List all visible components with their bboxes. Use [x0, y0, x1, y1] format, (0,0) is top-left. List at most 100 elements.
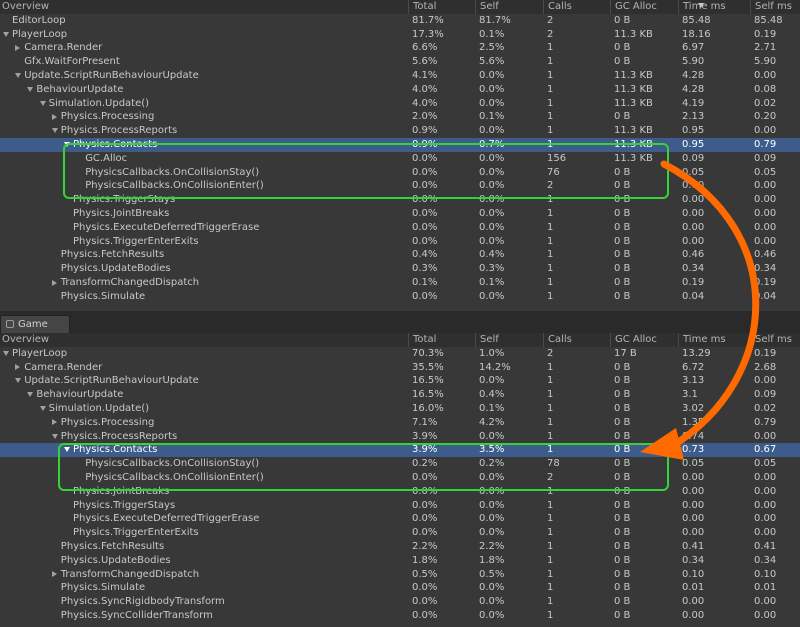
table-row[interactable]: PlayerLoop 70.3% 1.0% 2 17 B 13.29 0.19: [0, 347, 800, 361]
table-row[interactable]: Physics.TriggerStays 0.0% 0.0% 1 0 B 0.00 0.00: [0, 499, 800, 513]
self-cell: 0.0%: [479, 125, 505, 137]
column-self-ms-header[interactable]: Self ms: [750, 333, 800, 347]
tab-game[interactable]: Game: [0, 315, 70, 333]
column-time-ms-label: Time ms: [683, 1, 726, 12]
expand-down-icon[interactable]: [39, 406, 46, 411]
table-row[interactable]: TransformChangedDispatch 0.1% 0.1% 1 0 B 0.19…: [0, 276, 800, 290]
table-row[interactable]: Physics.JointBreaks 0.0% 0.0% 1 0 B 0.00 0.00: [0, 485, 800, 499]
table-row[interactable]: PhysicsCallbacks.OnCollisionEnter() 0.0% 0…: [0, 471, 800, 485]
time-ms-cell: 0.00: [682, 208, 705, 219]
time-ms-cell: 0.10: [682, 568, 705, 580]
self-cell: 5.6%: [479, 56, 505, 68]
column-overview-header[interactable]: Overview: [0, 333, 408, 347]
table-row[interactable]: Physics.Simulate 0.0% 0.0% 1 0 B 0.04 0.04: [0, 290, 800, 304]
total-cell: 2.2%: [412, 541, 438, 552]
table-row[interactable]: Physics.ExecuteDeferredTriggerErase 0.0% 0…: [0, 221, 800, 235]
table-row[interactable]: Simulation.Update() 16.0% 0.1% 1 0 B 3.02 0.02: [0, 402, 800, 416]
column-time-ms-header[interactable]: Time ms: [678, 333, 750, 347]
table-row[interactable]: Simulation.Update() 4.0% 0.0% 1 11.3 KB 4.19 0…: [0, 97, 800, 111]
expand-down-icon[interactable]: [39, 100, 46, 106]
calls-cell: 1: [547, 221, 554, 233]
expand-down-icon[interactable]: [64, 142, 70, 147]
expand-right-icon[interactable]: [15, 44, 21, 51]
expand-down-icon[interactable]: [51, 433, 58, 439]
table-row[interactable]: BehaviourUpdate 16.5% 0.4% 1 0 B 3.1 0.09: [0, 388, 800, 402]
table-row[interactable]: Physics.Processing 7.1% 4.2% 1 0 B 1.35 0.79: [0, 416, 800, 430]
table-row[interactable]: Physics.ProcessReports 3.9% 0.0% 1 0 B 0.74 0.…: [0, 430, 800, 444]
expand-right-icon[interactable]: [15, 364, 21, 371]
expand-down-icon[interactable]: [27, 392, 34, 398]
expand-down-icon[interactable]: [3, 31, 9, 37]
row-name-cell: Physics.FetchResults: [0, 248, 408, 262]
column-total-header[interactable]: Total: [408, 333, 475, 347]
expand-down-icon[interactable]: [51, 128, 58, 134]
table-row[interactable]: PhysicsCallbacks.OnCollisionEnter() 0.0% 0…: [0, 179, 800, 193]
expand-down-icon[interactable]: [15, 378, 22, 384]
calls-cell: 156: [547, 152, 567, 164]
table-row-selected[interactable]: Physics.Contacts 0.9% 0.7% 1 11.3 KB 0.95 0.79: [0, 138, 800, 152]
table-row[interactable]: GC.Alloc 0.0% 0.0% 156 11.3 KB 0.09 0.09: [0, 152, 800, 166]
table-row[interactable]: Physics.TriggerEnterExits 0.0% 0.0% 1 0 B 0.0…: [0, 235, 800, 249]
sort-descending-icon[interactable]: [698, 3, 704, 8]
column-time-ms-header[interactable]: Time ms: [678, 0, 750, 14]
table-row[interactable]: Physics.SyncColliderTransform 0.0% 0.0% 1 0 …: [0, 609, 800, 623]
table-row[interactable]: PhysicsCallbacks.OnCollisionStay() 0.2% 0.…: [0, 457, 800, 471]
expand-right-icon[interactable]: [51, 419, 57, 426]
table-row[interactable]: BehaviourUpdate 4.0% 0.0% 1 11.3 KB 4.28 0.08: [0, 83, 800, 97]
expand-down-icon[interactable]: [27, 86, 34, 92]
expand-right-icon[interactable]: [51, 279, 57, 286]
table-row[interactable]: Physics.UpdateBodies 0.3% 0.3% 1 0 B 0.34 0.34: [0, 262, 800, 276]
time-ms-cell: 0.95: [682, 139, 705, 150]
table-row[interactable]: Update.ScriptRunBehaviourUpdate 4.1% 0.0% 1…: [0, 69, 800, 83]
time-ms-cell: 0.05: [682, 458, 705, 470]
column-gc-alloc-header[interactable]: GC Alloc: [610, 0, 678, 14]
table-row[interactable]: Physics.FetchResults 0.4% 0.4% 1 0 B 0.46 0.46: [0, 248, 800, 262]
calls-cell: 1: [547, 42, 554, 54]
table-row[interactable]: Physics.ExecuteDeferredTriggerErase 0.0% 0…: [0, 512, 800, 526]
row-name-label: Physics.UpdateBodies: [60, 554, 171, 566]
table-row[interactable]: Physics.FetchResults 2.2% 2.2% 1 0 B 0.41 0.41: [0, 540, 800, 554]
column-self-header[interactable]: Self: [475, 0, 543, 14]
table-row[interactable]: Physics.UpdateBodies 1.8% 1.8% 1 0 B 0.34 0.34: [0, 554, 800, 568]
table-row[interactable]: Physics.TriggerStays 0.0% 0.0% 1 0 B 0.00 0.00: [0, 193, 800, 207]
table-row[interactable]: Physics.ProcessReports 0.9% 0.0% 1 11.3 KB 0.…: [0, 124, 800, 138]
column-gc-alloc-header[interactable]: GC Alloc: [610, 333, 678, 347]
table-row[interactable]: Camera.Render 35.5% 14.2% 1 0 B 6.72 2.68: [0, 361, 800, 375]
column-total-header[interactable]: Total: [408, 0, 475, 14]
time-ms-cell: 0.01: [682, 582, 705, 594]
time-ms-cell: 0.34: [682, 263, 705, 275]
table-row[interactable]: Camera.Render 6.6% 2.5% 1 0 B 6.97 2.71: [0, 41, 800, 55]
expand-right-icon[interactable]: [51, 571, 57, 578]
table-row[interactable]: PhysicsCallbacks.OnCollisionStay() 0.0% 0.…: [0, 166, 800, 180]
table-row[interactable]: Physics.SyncRigidbodyTransform 0.0% 0.0% 1 0…: [0, 595, 800, 609]
expand-down-icon[interactable]: [15, 73, 22, 78]
expand-right-icon[interactable]: [51, 113, 57, 120]
expand-down-icon[interactable]: [3, 350, 9, 356]
row-name-label: Physics.TriggerStays: [73, 499, 176, 511]
column-overview-header[interactable]: Overview: [0, 0, 408, 14]
table-row[interactable]: Physics.TriggerEnterExits 0.0% 0.0% 1 0 B 0.0…: [0, 526, 800, 540]
gc-alloc-cell: 0 B: [614, 375, 631, 387]
calls-cell: 1: [547, 485, 554, 497]
table-row[interactable]: Physics.Processing 2.0% 0.1% 1 0 B 2.13 0.20: [0, 110, 800, 124]
table-row[interactable]: TransformChangedDispatch 0.5% 0.5% 1 0 B 0.10…: [0, 568, 800, 582]
table-row[interactable]: Physics.Simulate 0.0% 0.0% 1 0 B 0.01 0.01: [0, 581, 800, 595]
time-ms-cell: 0.00: [682, 472, 705, 483]
table-row[interactable]: EditorLoop 81.7% 81.7% 2 0 B 85.48 85.48: [0, 14, 800, 28]
total-cell: 0.0%: [412, 152, 438, 164]
column-self-ms-header[interactable]: Self ms: [750, 0, 800, 14]
table-row-selected[interactable]: Physics.Contacts 3.9% 3.5% 1 0 B 0.73 0.67: [0, 443, 800, 458]
self-cell: 0.0%: [479, 70, 505, 81]
gc-alloc-cell: 0 B: [614, 582, 631, 594]
column-self-header[interactable]: Self: [475, 333, 543, 347]
time-ms-cell: 3.1: [682, 389, 698, 401]
table-row[interactable]: Update.ScriptRunBehaviourUpdate 16.5% 0.0%…: [0, 374, 800, 388]
row-name-label: Physics.Contacts: [73, 139, 158, 150]
row-name-label: Physics.SyncRigidbodyTransform: [60, 596, 225, 608]
table-row[interactable]: PlayerLoop 17.3% 0.1% 2 11.3 KB 18.16 0.19: [0, 28, 800, 42]
table-row[interactable]: Gfx.WaitForPresent 5.6% 5.6% 1 0 B 5.90 5.90: [0, 55, 800, 69]
column-calls-header[interactable]: Calls: [543, 0, 610, 14]
table-row[interactable]: Physics.JointBreaks 0.0% 0.0% 1 0 B 0.00 0.00: [0, 207, 800, 221]
column-calls-header[interactable]: Calls: [543, 333, 610, 347]
expand-down-icon[interactable]: [64, 447, 70, 453]
